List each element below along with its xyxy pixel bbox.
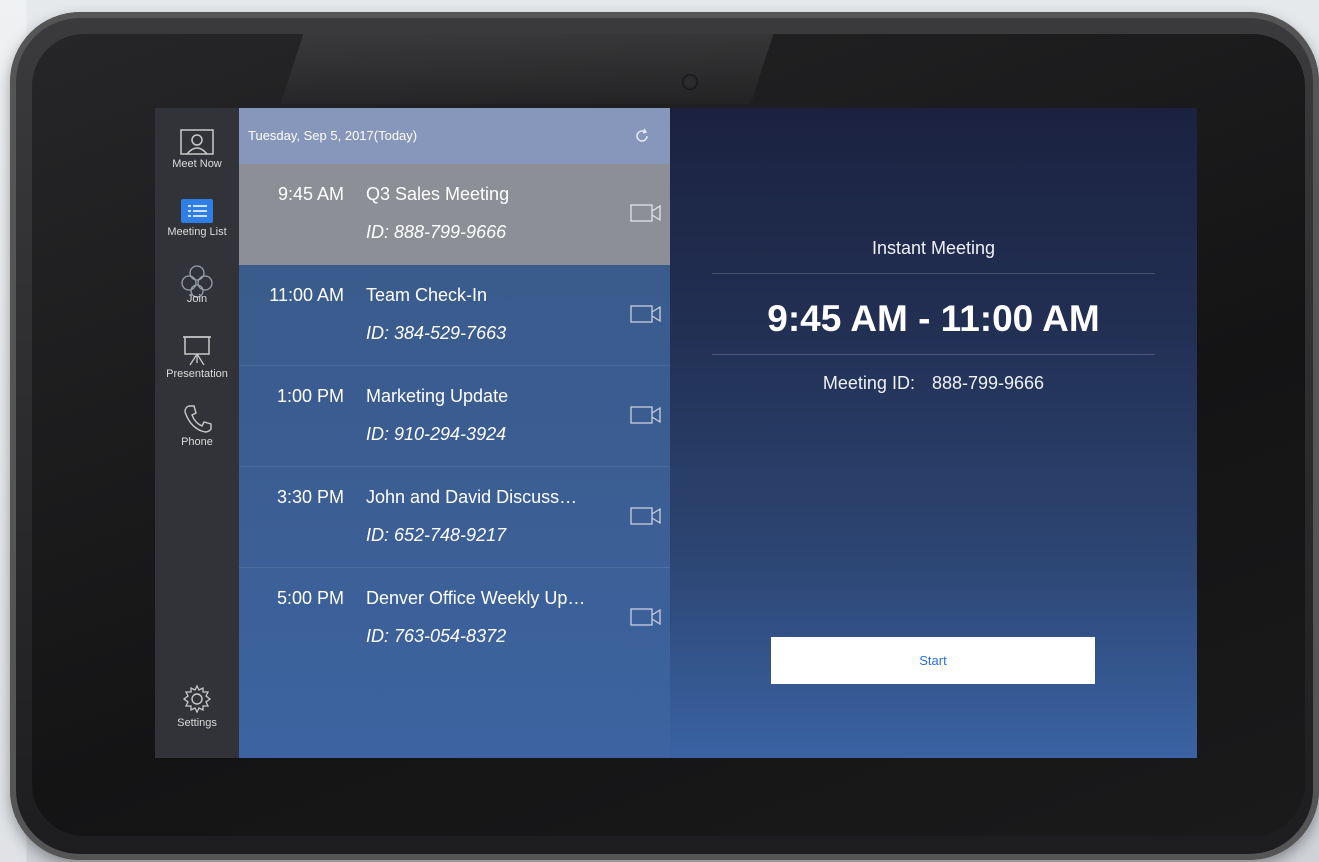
list-item[interactable]: 1:00 PM Marketing Update ID: 910-294-392… xyxy=(239,366,670,467)
meeting-time: 9:45 AM xyxy=(277,184,344,204)
meeting-id-value: 888-799-9666 xyxy=(931,373,1045,393)
sidebar-item-label: Join xyxy=(186,293,208,305)
meeting-title: Denver Office Weekly Up… xyxy=(366,588,586,608)
sidebar-item-label: Presentation xyxy=(166,368,228,380)
gear-icon xyxy=(182,684,212,714)
meeting-time: 1:00 PM xyxy=(276,386,344,406)
list-icon xyxy=(181,199,213,223)
sidebar-item-settings[interactable]: Settings xyxy=(155,683,239,729)
meeting-id: ID: 888-799-9666 xyxy=(366,222,507,242)
presentation-icon xyxy=(183,336,211,366)
meeting-detail-heading: Instant Meeting xyxy=(871,238,996,258)
screen-glare xyxy=(280,34,774,104)
list-header: Tuesday, Sep 5, 2017(Today) xyxy=(239,108,670,164)
list-item[interactable]: 5:00 PM Denver Office Weekly Up… ID: 763… xyxy=(239,568,670,669)
meeting-id-label: Meeting ID: xyxy=(822,373,915,393)
sidebar: Meet Now Meeting List Join Presentation … xyxy=(155,108,239,758)
sidebar-item-presentation[interactable]: Presentation xyxy=(155,334,239,380)
meeting-id: ID: 910-294-3924 xyxy=(366,424,507,444)
start-button[interactable]: Start xyxy=(771,637,1095,684)
video-camera-icon[interactable] xyxy=(630,607,662,627)
meeting-title: Q3 Sales Meeting xyxy=(366,184,510,204)
phone-icon xyxy=(184,405,212,433)
video-camera-icon[interactable] xyxy=(630,304,662,324)
divider xyxy=(712,273,1155,274)
app-screen: Meet Now Meeting List Join Presentation … xyxy=(155,108,1197,758)
sidebar-item-phone[interactable]: Phone xyxy=(155,402,239,448)
refresh-icon[interactable] xyxy=(634,128,650,144)
meeting-id: ID: 763-054-8372 xyxy=(366,626,507,646)
sidebar-item-label: Settings xyxy=(177,717,217,729)
meeting-list: Tuesday, Sep 5, 2017(Today) 9:45 AM Q3 S… xyxy=(239,108,670,758)
meeting-time: 3:30 PM xyxy=(276,487,344,507)
list-item[interactable]: 11:00 AM Team Check-In ID: 384-529-7663 xyxy=(239,265,670,366)
person-icon xyxy=(180,129,214,155)
list-item[interactable]: 9:45 AM Q3 Sales Meeting ID: 888-799-966… xyxy=(239,164,670,265)
meeting-id: ID: 384-529-7663 xyxy=(366,323,507,343)
meeting-id: ID: 652-748-9217 xyxy=(366,525,507,545)
sidebar-item-label: Meet Now xyxy=(172,158,222,170)
meeting-id-line: Meeting ID: 888-799-9666 xyxy=(670,373,1197,394)
divider xyxy=(712,354,1155,355)
video-camera-icon[interactable] xyxy=(630,203,662,223)
meeting-time: 5:00 PM xyxy=(276,588,344,608)
date-header: Tuesday, Sep 5, 2017(Today) xyxy=(248,128,418,143)
meeting-title: Marketing Update xyxy=(366,386,509,406)
video-camera-icon[interactable] xyxy=(630,405,662,425)
meeting-title: John and David Discuss… xyxy=(366,487,578,507)
sidebar-item-join[interactable]: Join xyxy=(155,263,239,305)
sidebar-item-meeting-list[interactable]: Meeting List xyxy=(155,198,239,238)
meeting-time: 11:00 AM xyxy=(269,285,344,305)
meeting-detail-panel: Instant Meeting 9:45 AM - 11:00 AM Meeti… xyxy=(670,108,1197,758)
list-item[interactable]: 3:30 PM John and David Discuss… ID: 652-… xyxy=(239,467,670,568)
video-camera-icon[interactable] xyxy=(630,506,662,526)
meeting-time-range: 9:45 AM - 11:00 AM xyxy=(767,298,1100,339)
camera-icon xyxy=(682,74,698,90)
sidebar-item-label: Phone xyxy=(181,436,213,448)
meeting-title: Team Check-In xyxy=(366,285,488,305)
sidebar-item-meet-now[interactable]: Meet Now xyxy=(155,128,239,170)
sidebar-item-label: Meeting List xyxy=(167,226,227,238)
